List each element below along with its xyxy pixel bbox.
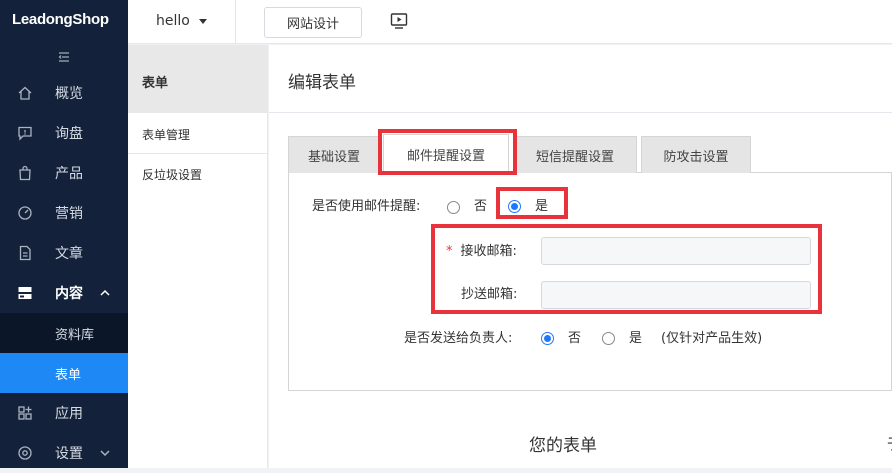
use-email-label: 是否使用邮件提醒: xyxy=(312,199,421,214)
tab-email-reminder[interactable]: 邮件提醒设置 xyxy=(383,134,509,174)
nav-subitem-forms[interactable]: 表单 xyxy=(0,353,128,393)
chevron-down-icon xyxy=(100,450,110,457)
send-owner-label: 是否发送给负责人: xyxy=(404,331,513,346)
owner-note: (仅针对产品生效) xyxy=(661,331,763,346)
sidebar-item-form-management[interactable]: 表单管理 xyxy=(128,115,267,153)
option-no-label: 否 xyxy=(474,199,488,214)
nav-item-products[interactable]: 产品 xyxy=(0,153,128,193)
chevron-up-icon xyxy=(100,289,110,296)
nav-item-settings[interactable]: 设置 xyxy=(0,433,128,473)
page-title: 编辑表单 xyxy=(288,73,356,93)
nav-label: 应用 xyxy=(55,406,83,422)
site-design-button[interactable]: 网站设计 xyxy=(264,7,362,38)
nav-label: 概览 xyxy=(55,86,83,102)
form-settings-content: 基础设置 邮件提醒设置 短信提醒设置 防攻击设置 是否使用邮件提醒: 否 是 *… xyxy=(269,113,892,468)
receive-email-input[interactable] xyxy=(541,237,811,265)
nav-label: 文章 xyxy=(55,246,83,262)
nav-label: 资料库 xyxy=(55,327,95,343)
preview-monitor-icon[interactable] xyxy=(390,12,408,30)
form-sidebar-title: 表单 xyxy=(128,45,267,113)
message-icon xyxy=(18,126,32,141)
settings-icon xyxy=(18,446,32,460)
home-icon xyxy=(18,86,32,100)
use-email-yes-radio[interactable] xyxy=(508,200,521,213)
main-sidebar: LeadongShop 概览 询盘 产品 营销 文章 内容 资料库 表单 应用 xyxy=(0,0,128,468)
cc-email-label: 抄送邮箱: xyxy=(461,287,518,302)
tab-sms-reminder[interactable]: 短信提醒设置 xyxy=(513,136,637,173)
divider xyxy=(235,0,236,44)
required-marker: * xyxy=(446,244,453,259)
tab-basic-settings[interactable]: 基础设置 xyxy=(288,136,380,173)
nav-label: 营销 xyxy=(55,206,83,222)
form-sidebar: 表单 表单管理 反垃圾设置 xyxy=(128,45,268,468)
site-selector[interactable]: hello xyxy=(156,13,207,29)
bag-icon xyxy=(19,165,31,181)
cutoff-text: 于 xyxy=(887,433,892,454)
email-settings-panel: 是否使用邮件提醒: 否 是 * 接收邮箱: 抄送邮箱: 是否发送给负责人: 否 是… xyxy=(288,172,892,391)
gauge-icon xyxy=(18,206,32,220)
use-email-no-radio[interactable] xyxy=(447,201,460,214)
nav-item-marketing[interactable]: 营销 xyxy=(0,193,128,233)
collapse-menu-icon[interactable] xyxy=(57,50,71,64)
option-yes-label: 是 xyxy=(535,199,549,214)
cc-email-input[interactable] xyxy=(541,281,811,309)
nav-item-inquiry[interactable]: 询盘 xyxy=(0,113,128,153)
nav-item-content[interactable]: 内容 xyxy=(0,273,128,313)
tab-anti-attack[interactable]: 防攻击设置 xyxy=(641,136,751,173)
option-yes-label: 是 xyxy=(629,331,643,346)
send-owner-no-radio[interactable] xyxy=(541,332,554,345)
nav-item-articles[interactable]: 文章 xyxy=(0,233,128,273)
nav-item-overview[interactable]: 概览 xyxy=(0,73,128,113)
document-icon xyxy=(19,245,31,261)
send-owner-yes-radio[interactable] xyxy=(602,332,615,345)
site-name: hello xyxy=(156,13,190,29)
receive-email-text: 接收邮箱: xyxy=(460,244,517,259)
top-bar: hello 网站设计 xyxy=(128,0,892,44)
apps-icon xyxy=(18,406,32,420)
nav-item-apps[interactable]: 应用 xyxy=(0,393,128,433)
storage-icon xyxy=(18,287,32,299)
nav-label: 询盘 xyxy=(55,126,83,142)
sidebar-item-anti-spam[interactable]: 反垃圾设置 xyxy=(128,155,267,193)
logo: LeadongShop xyxy=(12,11,109,28)
nav-label: 设置 xyxy=(55,446,83,462)
nav-label: 产品 xyxy=(55,166,83,182)
nav-subitem-library[interactable]: 资料库 xyxy=(0,313,128,353)
nav-label: 表单 xyxy=(55,367,82,383)
your-form-heading: 您的表单 xyxy=(529,436,597,456)
caret-down-icon xyxy=(198,18,207,24)
page-header: 编辑表单 xyxy=(269,45,892,113)
option-no-label: 否 xyxy=(568,331,582,346)
receive-email-label: * 接收邮箱: xyxy=(446,240,517,259)
divider xyxy=(128,153,267,154)
nav-label: 内容 xyxy=(55,286,83,302)
